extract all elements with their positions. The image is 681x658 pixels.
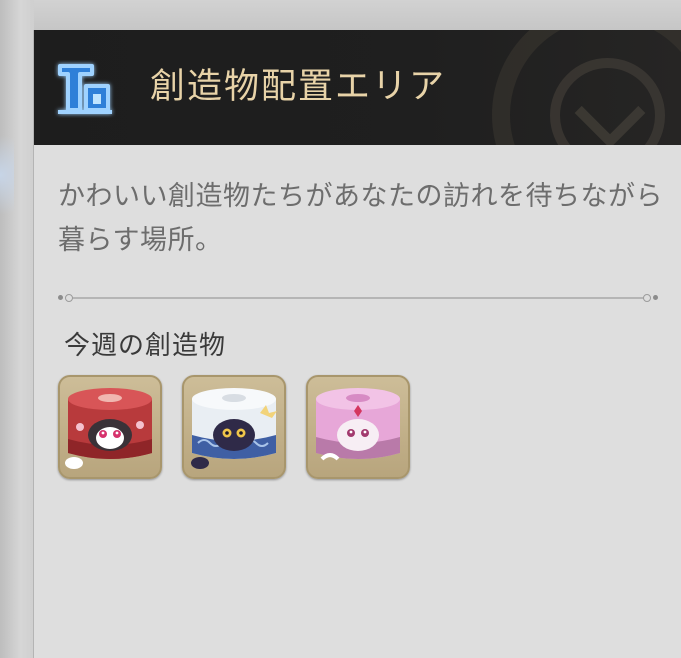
creature-slot-2[interactable] bbox=[182, 375, 286, 479]
area-description: かわいい創造物たちがあなたの訪れを待ちながら暮らす場所。 bbox=[58, 181, 663, 256]
background-top bbox=[0, 0, 681, 30]
area-house-icon bbox=[54, 60, 116, 118]
creature-pink-cat-box-icon bbox=[316, 388, 400, 461]
creature-slot-1[interactable] bbox=[58, 375, 162, 479]
creature-slot-3[interactable] bbox=[306, 375, 410, 479]
creature-red-cat-box-icon bbox=[65, 388, 152, 469]
area-info-panel: 創造物配置エリア かわいい創造物たちがあなたの訪れを待ちながら暮らす場所。 今週… bbox=[33, 30, 681, 658]
background-left bbox=[0, 0, 34, 658]
section-title: 今週の創造物 bbox=[64, 331, 227, 361]
crest-emblem-icon bbox=[492, 30, 681, 145]
divider-dot-left bbox=[58, 295, 63, 300]
page-title: 創造物配置エリア bbox=[150, 67, 447, 107]
creature-white-cat-box-icon bbox=[191, 388, 277, 469]
panel-header: 創造物配置エリア bbox=[34, 30, 681, 145]
divider-ring-left bbox=[65, 294, 73, 302]
divider-ring-right bbox=[643, 294, 651, 302]
divider-dot-right bbox=[653, 295, 658, 300]
section-divider bbox=[58, 294, 658, 302]
divider-line bbox=[66, 297, 650, 299]
